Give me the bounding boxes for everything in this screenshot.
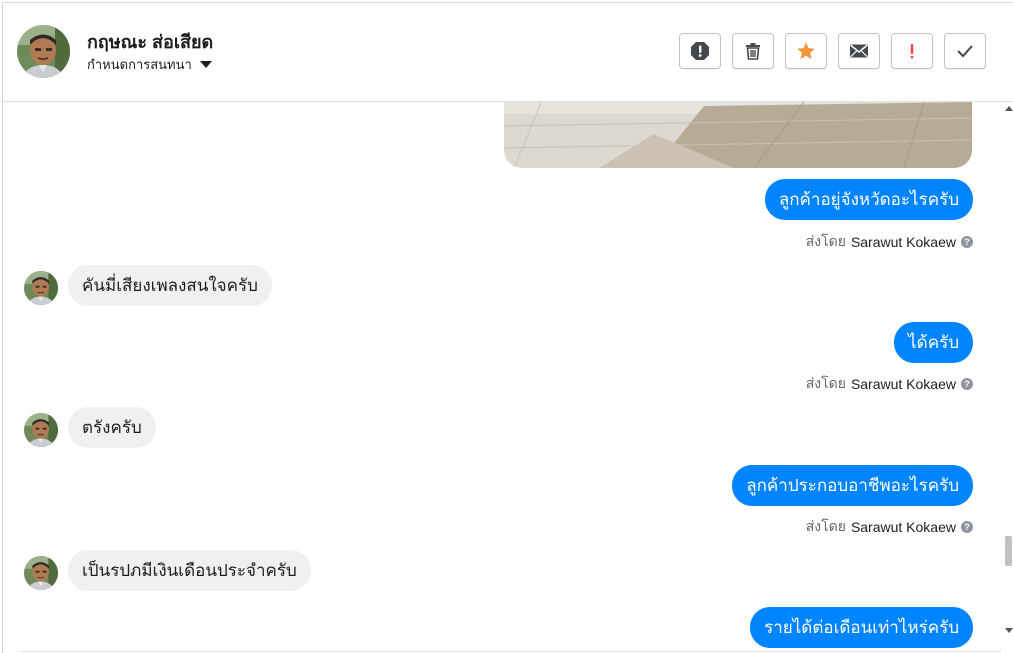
outgoing-message-bubble[interactable]: ลูกค้าอยู่จังหวัดอะไรครับ xyxy=(764,179,973,220)
incoming-message-bubble[interactable]: เป็นรปภมีเงินเดือนประจำครับ xyxy=(68,550,311,591)
conversation-window: กฤษณะ ส่อเสียด กำหนดการสนทนา ลูกค้าอยู่จ… xyxy=(2,2,1013,653)
sent-by-label: ส่งโดย Sarawut Kokaew ? xyxy=(806,231,973,253)
spam-button[interactable] xyxy=(679,33,721,69)
sent-by-prefix: ส่งโดย xyxy=(805,233,846,249)
conversation-settings-label: กำหนดการสนทนา xyxy=(87,57,192,72)
thread-scrollbar[interactable] xyxy=(1003,102,1013,653)
sent-by-prefix: ส่งโดย xyxy=(805,375,846,391)
conversation-toolbar xyxy=(679,33,986,69)
outgoing-message-bubble[interactable]: ได้ครับ xyxy=(894,322,973,363)
agent-name[interactable]: Sarawut Kokaew xyxy=(851,234,956,250)
conversation-header: กฤษณะ ส่อเสียด กำหนดการสนทนา xyxy=(3,3,1013,102)
sent-by-prefix: ส่งโดย xyxy=(805,518,846,534)
question-mark-icon[interactable]: ? xyxy=(961,236,973,248)
sender-avatar[interactable] xyxy=(24,556,58,590)
outgoing-message-bubble[interactable]: รายได้ต่อเดือนเท่าไหร่ครับ xyxy=(750,607,973,648)
scrollbar-thumb[interactable] xyxy=(1005,536,1012,566)
delete-button[interactable] xyxy=(732,33,774,69)
incoming-message-bubble[interactable]: คันมี่เสียงเพลงสนใจครับ xyxy=(68,265,272,306)
contact-avatar[interactable] xyxy=(17,25,70,78)
agent-name[interactable]: Sarawut Kokaew xyxy=(851,519,956,535)
octagon-exclamation-icon xyxy=(691,42,709,60)
follow-up-button[interactable] xyxy=(891,33,933,69)
sender-avatar[interactable] xyxy=(24,271,58,305)
message-thread[interactable]: ลูกค้าอยู่จังหวัดอะไรครับ ส่งโดย Sarawut… xyxy=(3,102,1003,653)
sent-by-label: ส่งโดย Sarawut Kokaew ? xyxy=(806,373,973,395)
question-mark-icon[interactable]: ? xyxy=(961,521,973,533)
trash-icon xyxy=(746,43,760,60)
conversation-settings-dropdown[interactable]: กำหนดการสนทนา xyxy=(87,54,212,75)
shared-photo[interactable] xyxy=(504,102,972,168)
sender-avatar[interactable] xyxy=(24,413,58,447)
star-icon xyxy=(797,42,815,59)
question-mark-icon[interactable]: ? xyxy=(961,378,973,390)
checkmark-icon xyxy=(957,45,973,58)
scroll-up-arrow-icon[interactable] xyxy=(1005,106,1013,111)
caret-down-icon xyxy=(199,61,212,68)
star-button[interactable] xyxy=(785,33,827,69)
scroll-down-arrow-icon[interactable] xyxy=(1005,628,1013,633)
sent-by-label: ส่งโดย Sarawut Kokaew ? xyxy=(806,516,973,538)
email-button[interactable] xyxy=(838,33,880,69)
agent-name[interactable]: Sarawut Kokaew xyxy=(851,376,956,392)
incoming-message-bubble[interactable]: ตรังครับ xyxy=(68,407,156,448)
done-button[interactable] xyxy=(944,33,986,69)
outgoing-message-bubble[interactable]: ลูกค้าประกอบอาชีพอะไรครับ xyxy=(732,465,973,506)
envelope-icon xyxy=(850,44,868,58)
contact-name[interactable]: กฤษณะ ส่อเสียด xyxy=(87,27,213,56)
exclamation-icon xyxy=(910,44,914,59)
